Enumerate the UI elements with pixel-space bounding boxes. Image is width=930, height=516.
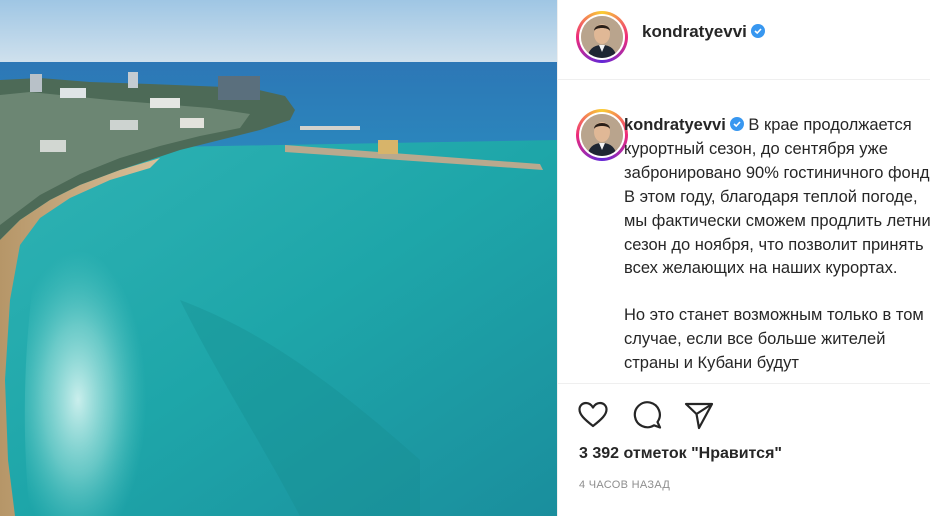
post-timestamp[interactable]: 4 ЧАСОВ НАЗАД — [579, 479, 670, 491]
author-avatar[interactable] — [576, 11, 628, 63]
author-username[interactable]: kondratyevvi — [642, 22, 765, 42]
post-photo[interactable] — [0, 0, 557, 516]
caption-paragraph-1: В крае продолжается курортный сезон, до … — [624, 116, 930, 278]
post-sidebar: kondratyevvi kondratyevvi В крае продолж… — [558, 0, 930, 516]
actions-divider — [558, 383, 930, 384]
verified-badge-icon — [750, 24, 765, 38]
caption-verified-icon — [729, 117, 744, 131]
post-header: kondratyevvi — [558, 0, 930, 80]
post-caption: kondratyevvi В крае продолжается курортн… — [624, 114, 930, 376]
likes-count[interactable]: 3 392 отметок "Нравится" — [579, 445, 782, 463]
caption-username[interactable]: kondratyevvi — [624, 116, 726, 134]
author-username-text[interactable]: kondratyevvi — [642, 22, 747, 41]
caption-scroll-area[interactable]: kondratyevvi В крае продолжается курортн… — [558, 81, 930, 383]
caption-paragraph-2: Но это станет возможным только в том слу… — [624, 306, 924, 373]
comment-icon[interactable] — [630, 398, 664, 432]
share-icon[interactable] — [682, 398, 716, 432]
heart-icon[interactable] — [576, 398, 610, 432]
caption-author-avatar[interactable] — [576, 109, 628, 161]
aerial-sea-photo — [0, 0, 557, 516]
